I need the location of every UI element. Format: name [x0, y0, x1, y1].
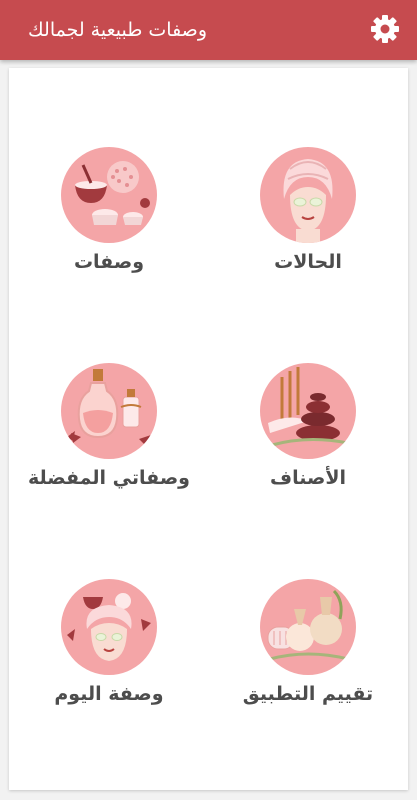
menu-label: وصفاتي المفضلة [27, 467, 190, 489]
app-bar: وصفات طبيعية لجمالك [0, 0, 417, 60]
spa-stones-icon [260, 363, 356, 459]
menu-tile-rate-app[interactable]: تقييم التطبيق [213, 579, 403, 739]
menu-card: الحالات وصفات الأصناف وصفاتي المفضلة تقي… [9, 68, 408, 790]
oil-bottles-icon [61, 363, 157, 459]
face-mask-towel-icon [260, 147, 356, 243]
app-title: وصفات طبيعية لجمالك [28, 19, 207, 41]
gear-icon [371, 15, 399, 43]
herbal-pouches-icon [260, 579, 356, 675]
menu-label: تقييم التطبيق [242, 683, 374, 705]
menu-label: وصفات [73, 251, 145, 273]
menu-tile-favorites[interactable]: وصفاتي المفضلة [14, 363, 204, 523]
menu-tile-recipes[interactable]: وصفات [14, 147, 204, 307]
menu-tile-conditions[interactable]: الحالات [213, 147, 403, 307]
menu-label: وصفة اليوم [54, 683, 164, 705]
menu-label: الحالات [274, 251, 342, 273]
settings-button[interactable] [368, 12, 402, 46]
menu-tile-categories[interactable]: الأصناف [213, 363, 403, 523]
face-mask-spa-icon [61, 579, 157, 675]
spa-bowls-icon [61, 147, 157, 243]
menu-label: الأصناف [270, 467, 346, 489]
menu-tile-recipe-of-day[interactable]: وصفة اليوم [14, 579, 204, 739]
